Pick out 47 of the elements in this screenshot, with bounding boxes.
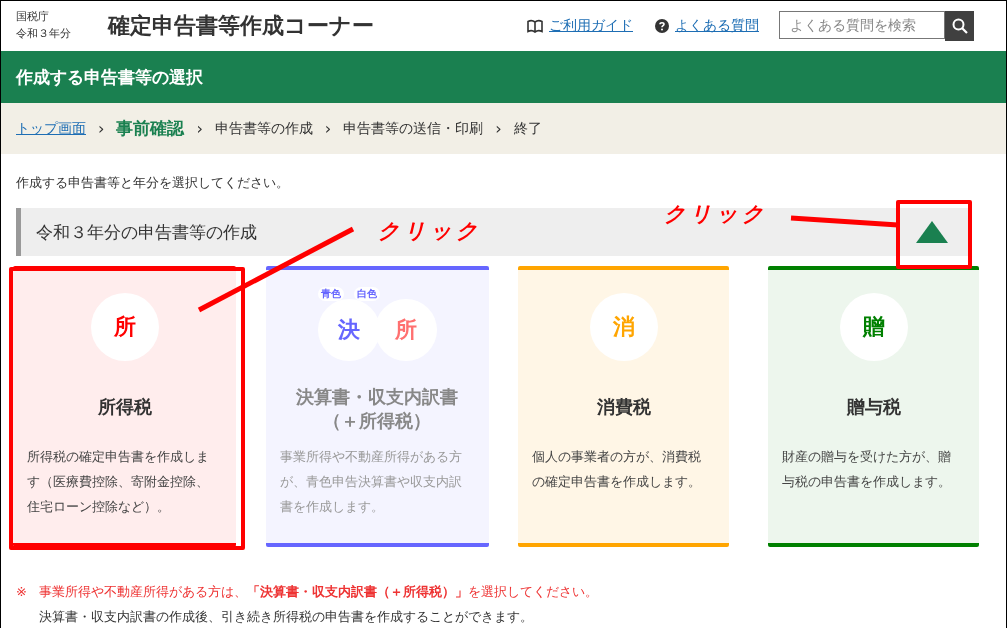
card-description: 事業所得や不動産所得がある方が、青色申告決算書や収支内訳書を作成します。	[279, 448, 463, 516]
form-tag: 青色	[318, 287, 344, 301]
breadcrumb-link[interactable]: トップ画面	[16, 119, 86, 138]
page-title: 作成する申告書等の選択	[16, 65, 203, 89]
agency-name: 国税庁	[16, 9, 50, 25]
header-link[interactable]: ご利用ガイド	[527, 17, 633, 35]
card-description: 財産の贈与を受けた方が、贈与税の申告書を作成します。	[781, 448, 952, 491]
triangle-up-icon	[915, 220, 949, 244]
breadcrumb-separator: ›	[495, 119, 502, 138]
breadcrumb-step: 終了	[513, 119, 542, 138]
instruction-text: 作成する申告書等と年分を選択してください。	[16, 174, 290, 192]
card-title: 所得税	[97, 395, 152, 419]
search-field[interactable]: よくある質問を検索	[779, 11, 945, 39]
header-link[interactable]: よくある質問	[655, 17, 759, 35]
card-description: 個人の事業者の方が、消費税の確定申告書を作成します。	[531, 448, 702, 491]
breadcrumb-current-step: 事前確認	[116, 117, 185, 140]
help-icon	[655, 19, 669, 33]
form-icon: 消	[589, 293, 658, 361]
card-title: 贈与税	[846, 395, 901, 419]
collapse-button[interactable]	[915, 220, 949, 244]
form-icon: 決	[318, 299, 380, 361]
breadcrumb-separator: ›	[98, 119, 105, 138]
breadcrumb-separator: ›	[324, 119, 332, 138]
form-icon: 贈	[839, 293, 908, 361]
form-icon: 所	[90, 293, 159, 361]
note-text: 事業所得や不動産所得がある方は、「決算書・収支内訳書（＋所得税）」を選択してください。	[39, 583, 598, 601]
note-text: 決算書・収支内訳書の作成後、引き続き所得税の申告書を作成することができます。	[39, 608, 534, 626]
tax-form-card[interactable]: 贈 贈与税 財産の贈与を受けた方が、贈与税の申告書を作成します。	[768, 266, 979, 547]
breadcrumb-separator: ›	[196, 119, 203, 138]
site-title: 確定申告書等作成コーナー	[108, 12, 374, 40]
card-title: 決算書・収支内訳書（＋所得税）	[295, 385, 460, 433]
search-icon	[951, 18, 968, 34]
card-title: 消費税	[596, 395, 651, 419]
form-icon: 所	[375, 299, 437, 361]
tax-year: 令和３年分	[16, 26, 72, 42]
tax-form-card[interactable]: 消 消費税 個人の事業者の方が、消費税の確定申告書を作成します。	[518, 266, 729, 547]
book-icon	[527, 19, 543, 33]
form-tag: 白色	[354, 287, 380, 301]
section-title: 令和３年分の申告書等の作成	[36, 220, 257, 244]
search-button[interactable]	[945, 11, 974, 41]
annotation-label: クリック	[664, 200, 768, 228]
annotation-label: クリック	[378, 217, 482, 245]
breadcrumb-step: 申告書等の送信・印刷	[343, 119, 484, 138]
breadcrumb-step: 申告書等の作成	[214, 119, 313, 138]
card-description: 所得税の確定申告書を作成します（医療費控除、寄附金控除、住宅ローン控除など）。	[26, 448, 210, 516]
note-mark: ※	[16, 583, 28, 601]
tax-form-card[interactable]: 所 所得税 所得税の確定申告書を作成します（医療費控除、寄附金控除、住宅ローン控除など）。	[13, 266, 236, 547]
